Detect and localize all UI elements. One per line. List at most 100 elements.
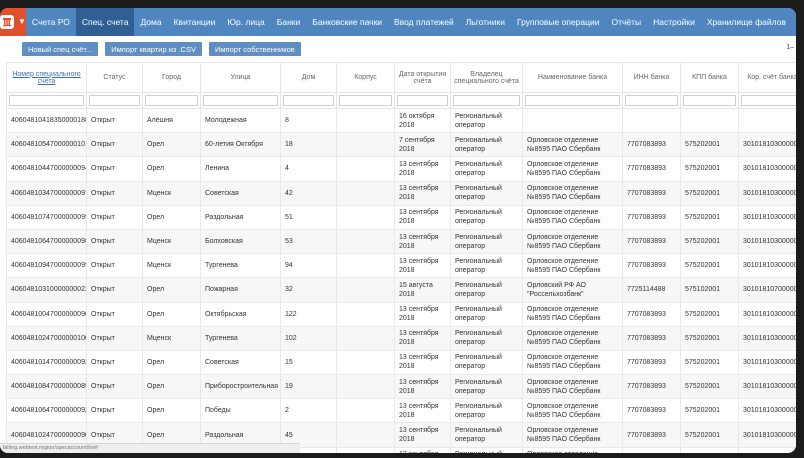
nav-item[interactable]: Ввод платежей — [388, 8, 460, 36]
table-cell: 7707083893 — [622, 325, 681, 351]
table-cell: Региональный оператор — [450, 446, 523, 453]
nav-item[interactable]: Хранилище файлов — [701, 8, 792, 36]
table-cell — [336, 228, 395, 255]
table-cell: 575202001 — [680, 422, 739, 448]
table-filter-row — [6, 92, 796, 109]
column-filter-cell — [394, 92, 451, 109]
column-filter-input[interactable] — [453, 95, 520, 106]
table-cell: 13 сентября 2018 — [394, 156, 451, 182]
table-cell: 7707083893 — [622, 132, 681, 158]
column-header[interactable]: Корпус — [336, 62, 395, 93]
column-header[interactable]: Улица — [200, 62, 281, 93]
table-cell: Региональный оператор — [450, 349, 523, 376]
table-cell: 40604810647000000092 — [6, 398, 87, 424]
table-row[interactable]: 40604810647000000092 Открыт Орел Победы 2 13 … — [6, 398, 796, 424]
column-filter-input[interactable] — [683, 95, 736, 106]
table-row[interactable]: 40604810418350000188 Открыт Алёшня Молодежн… — [6, 107, 796, 134]
table-cell: 13 сентября 2018 — [394, 180, 451, 206]
table-cell: 15 августа 2018 — [394, 277, 451, 303]
new-special-account-button[interactable]: Новый спец счёт... — [22, 42, 99, 56]
table-cell: 40604810418350000188 — [6, 107, 87, 134]
column-header[interactable]: Кор. счёт банка — [738, 62, 796, 93]
nav-item[interactable]: Квитанции — [168, 8, 222, 36]
table-cell: Приборостроительная — [200, 374, 281, 400]
table-cell: 575202001 — [680, 325, 739, 351]
nav-item[interactable]: Спец. счета — [75, 8, 135, 36]
table-header-row: Номер специального счета Статус Город Улица… — [6, 62, 796, 93]
column-filter-input[interactable] — [283, 95, 334, 106]
app-logo-menu[interactable]: ▼ — [0, 8, 26, 36]
column-filter-input[interactable] — [741, 95, 796, 106]
column-header[interactable]: Владелец специального счёта — [450, 62, 523, 93]
accounts-table-container[interactable]: Номер специального счета Статус Город Улица… — [6, 62, 796, 453]
nav-item[interactable]: Юр. лица — [221, 8, 270, 36]
table-cell: Орел — [142, 156, 201, 182]
table-cell: Открыт — [86, 204, 143, 230]
table-cell: 13 сентября 2018 — [394, 446, 451, 453]
table-row[interactable]: 40604810247000000100 Открыт Мценск Тургенев… — [6, 325, 796, 351]
column-filter-input[interactable] — [625, 95, 678, 106]
table-cell: 7707083893 — [622, 204, 681, 230]
table-cell: Региональный оператор — [450, 253, 523, 279]
column-filter-input[interactable] — [9, 95, 84, 106]
column-filter-input[interactable] — [203, 95, 278, 106]
column-filter-input[interactable] — [525, 95, 620, 106]
table-cell — [336, 398, 395, 424]
table-row[interactable]: 40604810347000000097 Открыт Мценск Советска… — [6, 180, 796, 206]
column-filter-input[interactable] — [145, 95, 198, 106]
import-owners-button[interactable]: Импорт собственников — [208, 42, 301, 56]
column-header[interactable]: ИНН банка — [622, 62, 681, 93]
column-header[interactable]: Наименование банка — [522, 62, 623, 93]
table-cell: Орел — [142, 204, 201, 230]
table-row[interactable]: 40604810747000000095 Открыт Орел Раздольная… — [6, 204, 796, 230]
column-filter-cell — [622, 92, 681, 109]
import-apartments-csv-button[interactable]: Импорт квартир из .CSV — [105, 42, 202, 56]
column-header[interactable]: КПП банка — [680, 62, 739, 93]
top-navigation: ▼ Счета РО Спец. счета Дома Квитанции Юр. ли… — [0, 8, 796, 36]
column-header[interactable]: Город — [142, 62, 201, 93]
nav-item[interactable]: Отчёты — [606, 8, 648, 36]
table-cell — [336, 156, 395, 182]
special-accounts-table: Номер специального счета Статус Город Улица… — [6, 62, 796, 453]
column-filter-input[interactable] — [397, 95, 448, 106]
table-cell: Орел — [142, 132, 201, 158]
nav-menu: Счета РО Спец. счета Дома Квитанции Юр. лица… — [26, 8, 796, 36]
table-cell: 40604810747000000095 — [6, 204, 87, 230]
table-row[interactable]: 40604810447000000094 Открыт Орел Ленина 4 13 … — [6, 156, 796, 182]
nav-item[interactable]: Групповые операции — [511, 8, 606, 36]
nav-item[interactable]: Дома — [134, 8, 167, 36]
column-filter-cell — [680, 92, 739, 109]
column-header[interactable]: Дата открытия счёта — [394, 62, 451, 93]
table-row[interactable]: 40604810947000000099 Открыт Мценск Тургенев… — [6, 253, 796, 279]
table-row[interactable]: 40604810310000000022 Открыт Орел Пожарная 32… — [6, 277, 796, 303]
nav-item[interactable]: Софинансирование — [792, 8, 796, 36]
table-cell: 8 — [280, 107, 337, 134]
table-cell: 30101810300000 — [738, 325, 796, 351]
nav-item[interactable]: Банковские пачки — [306, 8, 388, 36]
table-cell: Региональный оператор — [450, 374, 523, 400]
table-row[interactable]: 40604810047000000096 Открыт Орел Октябрьска… — [6, 301, 796, 327]
column-header[interactable]: Статус — [86, 62, 143, 93]
table-cell: 40604810310000000022 — [6, 277, 87, 303]
table-row[interactable]: 40604810847000000089 Открыт Орел Приборостр… — [6, 374, 796, 400]
column-filter-input[interactable] — [89, 95, 140, 106]
column-filter-cell — [142, 92, 201, 109]
table-row[interactable]: 40604810547000000101 Открыт Орел 60-летия О… — [6, 132, 796, 158]
column-filter-input[interactable] — [339, 95, 392, 106]
table-row[interactable]: 40604810647000000098 Открыт Мценск Болховск… — [6, 228, 796, 255]
nav-item[interactable]: Настройки — [647, 8, 701, 36]
nav-item[interactable]: Счета РО — [26, 8, 76, 36]
table-row[interactable]: 40604810147000000093 Открыт Орел Советская 1… — [6, 349, 796, 376]
nav-item[interactable]: Льготники — [460, 8, 511, 36]
table-cell: 30101810700000 — [738, 277, 796, 303]
table-cell: 40604810147000000093 — [6, 349, 87, 376]
building-logo-icon — [0, 15, 14, 29]
table-cell: 13 сентября 2018 — [394, 253, 451, 279]
table-cell: 13 сентября 2018 — [394, 422, 451, 448]
nav-item[interactable]: Банки — [271, 8, 306, 36]
table-cell: 30101810300000 — [738, 374, 796, 400]
column-header[interactable]: Дом — [280, 62, 337, 93]
column-header[interactable]: Номер специального счета — [6, 62, 87, 93]
chevron-down-icon: ▼ — [18, 17, 26, 26]
table-cell: Тургенева — [200, 253, 281, 279]
